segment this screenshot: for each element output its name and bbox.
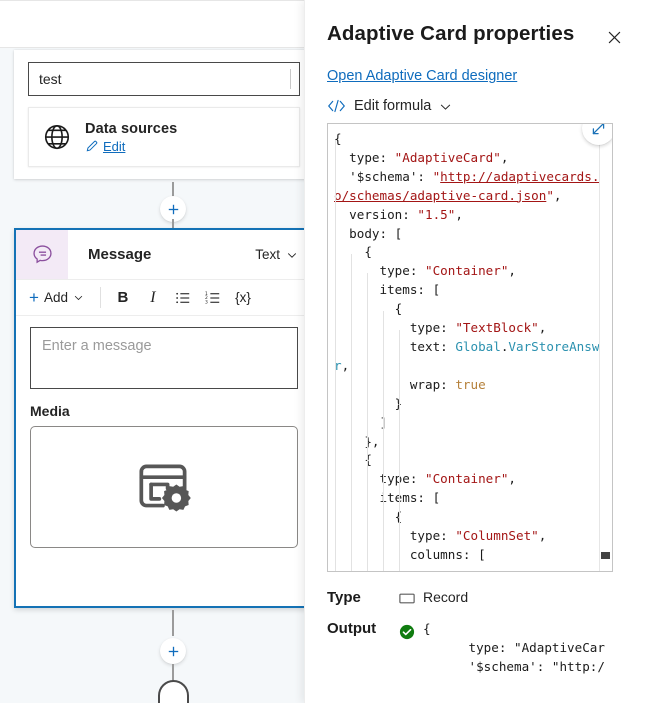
- text-caret: [290, 69, 291, 89]
- next-node-partial: [158, 680, 189, 703]
- chevron-down-icon: [286, 249, 298, 261]
- edit-formula-label: Edit formula: [354, 98, 432, 114]
- message-icon-container: [16, 230, 68, 279]
- message-type-value: Text: [255, 247, 280, 262]
- data-sources-box[interactable]: Data sources Edit: [28, 107, 300, 167]
- flow-canvas[interactable]: test Data sources Edit Message Text + Ad…: [0, 0, 304, 703]
- indent-guide: [383, 311, 384, 571]
- message-bubble-icon: [31, 243, 54, 266]
- code-token: "ColumnSet": [455, 528, 539, 544]
- type-row: Type Record: [327, 589, 628, 606]
- close-icon[interactable]: [600, 23, 628, 51]
- code-token: http://adaptivecards.io/schemas/adaptive…: [334, 168, 607, 203]
- output-label: Output: [327, 620, 377, 637]
- code-token: ": [546, 187, 554, 203]
- bulleted-list-button[interactable]: [168, 284, 198, 312]
- chevron-down-icon: [439, 100, 452, 113]
- adaptive-card-properties-panel: Adaptive Card properties Open Adaptive C…: [304, 0, 646, 703]
- editor-scrollbar-thumb[interactable]: [601, 552, 610, 559]
- media-preview-box[interactable]: [30, 426, 298, 548]
- code-token: "AdaptiveCard": [394, 149, 501, 165]
- editor-scroll-area[interactable]: { type: "AdaptiveCard", '$schema': "http…: [328, 124, 612, 571]
- type-value-wrap: Record: [399, 589, 468, 605]
- indent-guide: [335, 140, 336, 571]
- italic-button[interactable]: I: [138, 284, 168, 312]
- trigger-title-wrap: test: [28, 62, 300, 96]
- data-sources-edit-row[interactable]: Edit: [85, 139, 177, 154]
- add-button[interactable]: + Add: [20, 284, 93, 312]
- chevron-down-icon: [73, 292, 84, 303]
- message-node-header: Message Text: [16, 230, 304, 280]
- numbered-list-button[interactable]: 1 2 3: [198, 284, 228, 312]
- trigger-title-input[interactable]: test: [28, 62, 300, 96]
- svg-text:3: 3: [205, 299, 208, 305]
- success-check-icon: [399, 624, 415, 640]
- pencil-icon: [85, 139, 99, 153]
- insert-variable-button[interactable]: {x}: [228, 284, 258, 312]
- message-rich-text-toolbar[interactable]: + Add B I 1 2 3 {x}: [16, 280, 304, 316]
- panel-title: Adaptive Card properties: [327, 22, 575, 45]
- code-token: Global: [455, 338, 501, 354]
- adaptive-card-settings-icon: [131, 454, 197, 520]
- open-adaptive-card-designer-link[interactable]: Open Adaptive Card designer: [327, 68, 646, 84]
- message-node-title: Message: [88, 246, 152, 263]
- indent-guide: [367, 273, 368, 571]
- message-type-selector[interactable]: Text: [255, 247, 298, 262]
- code-token: "1.5": [417, 206, 456, 222]
- add-button-label: Add: [43, 290, 68, 305]
- canvas-topbar: [0, 0, 304, 48]
- data-sources-text: Data sources Edit: [85, 121, 177, 154]
- plus-icon: +: [29, 288, 39, 307]
- trigger-node-card[interactable]: test Data sources Edit: [14, 50, 304, 179]
- editor-vertical-scrollbar[interactable]: [599, 124, 612, 571]
- panel-header: Adaptive Card properties: [305, 0, 646, 51]
- data-sources-label: Data sources: [85, 120, 178, 137]
- record-icon: [399, 592, 415, 605]
- code-token: "TextBlock": [455, 320, 539, 336]
- message-text-input[interactable]: Enter a message: [30, 327, 298, 389]
- type-value: Record: [423, 589, 469, 605]
- message-text-placeholder: Enter a message: [42, 338, 152, 354]
- code-token: "Container": [425, 263, 509, 279]
- screen-root: test Data sources Edit Message Text + Ad…: [0, 0, 646, 703]
- toolbar-divider: [99, 287, 101, 308]
- formula-code-editor[interactable]: { type: "AdaptiveCard", '$schema': "http…: [327, 123, 613, 572]
- output-preview: { type: "AdaptiveCar '$schema': "http:/: [423, 621, 605, 674]
- indent-guide: [399, 330, 400, 571]
- code-token: true: [455, 376, 486, 392]
- indent-guide: [351, 254, 352, 571]
- output-row: Output { type: "AdaptiveCar '$schema': "…: [327, 620, 628, 677]
- media-label: Media: [30, 403, 70, 419]
- code-token: type:: [349, 149, 395, 165]
- message-node-card[interactable]: Message Text + Add B I 1 2 3 {x} Enter a…: [14, 228, 304, 608]
- code-token: "Container": [425, 471, 509, 487]
- type-label: Type: [327, 589, 361, 606]
- code-icon: [327, 98, 346, 114]
- connector-line-3: [172, 610, 174, 636]
- globe-icon: [42, 122, 72, 152]
- bold-button[interactable]: B: [108, 284, 138, 312]
- add-node-button-2[interactable]: [160, 638, 186, 664]
- output-value-wrap: { type: "AdaptiveCar '$schema': "http:/: [399, 620, 605, 677]
- data-sources-edit-link[interactable]: Edit: [103, 139, 125, 154]
- message-node-body: Enter a message Media: [16, 316, 304, 548]
- edit-formula-toggle[interactable]: Edit formula: [327, 98, 646, 114]
- panel-properties: Type Record Output {type: "AdaptiveCar …: [305, 589, 646, 677]
- formula-code-text[interactable]: { type: "AdaptiveCard", '$schema': "http…: [334, 130, 612, 565]
